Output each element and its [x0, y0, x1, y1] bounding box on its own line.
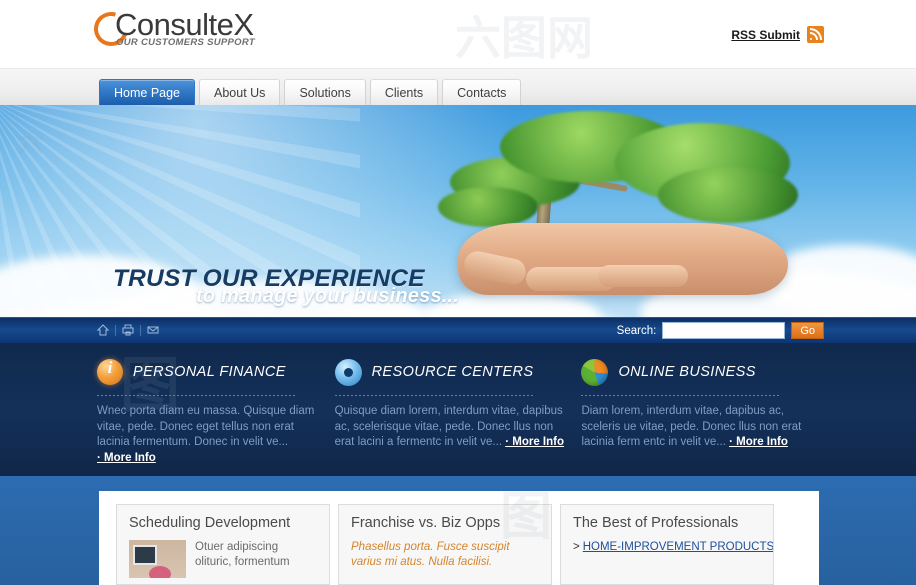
dotted-divider	[334, 395, 535, 396]
feature-title: ONLINE BUSINESS	[618, 364, 756, 380]
feature-title: RESOURCE CENTERS	[371, 364, 534, 380]
feature-body: Wnec porta diam eu massa. Quisque diam v…	[97, 404, 321, 466]
content-panel: Scheduling Development Otuer adipiscing …	[99, 491, 819, 585]
search-area: Search: Go	[617, 322, 824, 339]
tree-foliage	[438, 187, 538, 227]
site-logo[interactable]: ConsulteX OUR CUSTOMERS SUPPORT	[88, 6, 255, 54]
hero-subtitle: to manage your business...	[196, 285, 460, 307]
box-link-list: > HOME-IMPROVEMENT PRODUCTS	[573, 540, 773, 555]
box-content: Otuer adipiscing olituric, formentum	[129, 540, 317, 578]
utility-icon-group	[97, 324, 159, 336]
tab-solutions[interactable]: Solutions	[284, 79, 366, 106]
feature-header: ONLINE BUSINESS	[581, 355, 805, 389]
rss-submit[interactable]: RSS Submit	[731, 26, 824, 43]
box-thumbnail-image	[129, 540, 186, 578]
more-info-link[interactable]: · More Info	[505, 436, 564, 448]
main-navigation: Home Page About Us Solutions Clients Con…	[0, 68, 916, 106]
content-box-best-of-professionals[interactable]: The Best of Professionals > HOME-IMPROVEM…	[560, 504, 774, 585]
dotted-divider	[97, 395, 297, 396]
tree-foliage	[658, 167, 798, 223]
logo-tagline: OUR CUSTOMERS SUPPORT	[116, 37, 255, 48]
list-item[interactable]: > HOME-IMPROVEMENT PRODUCTS	[573, 540, 773, 555]
rss-submit-link[interactable]: RSS Submit	[731, 28, 800, 42]
tab-clients[interactable]: Clients	[369, 79, 439, 106]
more-info-link[interactable]: · More Info	[729, 436, 788, 448]
print-icon[interactable]	[122, 324, 134, 336]
divider	[140, 324, 141, 336]
divider	[115, 324, 116, 336]
box-link[interactable]: HOME-IMPROVEMENT PRODUCTS	[583, 541, 773, 553]
feature-header: PERSONAL FINANCE	[97, 355, 321, 389]
tab-contacts[interactable]: Contacts	[442, 79, 522, 106]
hand-finger	[598, 265, 688, 287]
feature-column-resource-centers: RESOURCE CENTERS Quisque diam lorem, int…	[334, 355, 582, 466]
rss-icon[interactable]	[807, 26, 824, 43]
content-box-scheduling-development[interactable]: Scheduling Development Otuer adipiscing …	[116, 504, 330, 585]
tab-home-page[interactable]: Home Page	[99, 79, 196, 106]
pie-chart-icon	[581, 358, 609, 386]
hand-holding-tree-image	[430, 105, 916, 317]
info-badge-icon	[97, 358, 123, 385]
box-text: Otuer adipiscing olituric, formentum	[195, 541, 290, 568]
disc-icon	[334, 358, 362, 386]
feature-body: Quisque diam lorem, interdum vitae, dapi…	[335, 404, 568, 451]
feature-column-personal-finance: PERSONAL FINANCE Wnec porta diam eu mass…	[97, 355, 335, 466]
search-go-button[interactable]: Go	[791, 322, 824, 339]
more-info-link[interactable]: · More Info	[97, 452, 156, 464]
arrow-icon: >	[573, 541, 580, 553]
utility-bar: Search: Go	[0, 317, 916, 344]
dotted-divider	[581, 395, 782, 396]
feature-column-online-business: ONLINE BUSINESS Diam lorem, interdum vit…	[581, 355, 819, 466]
box-title: Scheduling Development	[129, 515, 291, 531]
box-text: Phasellus porta. Fusce suscipit varius m…	[351, 541, 510, 568]
nav-tab-list: Home Page About Us Solutions Clients Con…	[99, 79, 525, 106]
watermark: 六图网	[455, 11, 593, 65]
feature-columns: PERSONAL FINANCE Wnec porta diam eu mass…	[97, 355, 819, 466]
box-title: Franchise vs. Biz Opps	[351, 515, 501, 531]
tab-about-us[interactable]: About Us	[199, 79, 281, 106]
search-input[interactable]	[662, 322, 786, 339]
content-box-list: Scheduling Development Otuer adipiscing …	[116, 504, 774, 585]
hero-banner: TRUST OUR EXPERIENCE to manage your busi…	[0, 105, 916, 317]
bottom-section: Scheduling Development Otuer adipiscing …	[0, 476, 916, 585]
box-title: The Best of Professionals	[573, 515, 739, 531]
feature-text: Wnec porta diam eu massa. Quisque diam v…	[97, 405, 315, 448]
feature-header: RESOURCE CENTERS	[334, 355, 568, 389]
search-label: Search:	[616, 324, 657, 337]
page-root: 六图网 ConsulteX OUR CUSTOMERS SUPPORT RSS …	[0, 0, 916, 585]
site-header: 六图网 ConsulteX OUR CUSTOMERS SUPPORT RSS …	[0, 0, 916, 68]
feature-title: PERSONAL FINANCE	[133, 364, 286, 380]
home-icon[interactable]	[97, 324, 109, 336]
mail-icon[interactable]	[147, 324, 159, 336]
feature-band: 图 PERSONAL FINANCE Wnec porta diam eu ma…	[0, 343, 916, 476]
feature-body: Diam lorem, interdum vitae, dapibus ac, …	[581, 404, 805, 451]
content-box-franchise-vs-biz-opps[interactable]: Franchise vs. Biz Opps Phasellus porta. …	[338, 504, 552, 585]
